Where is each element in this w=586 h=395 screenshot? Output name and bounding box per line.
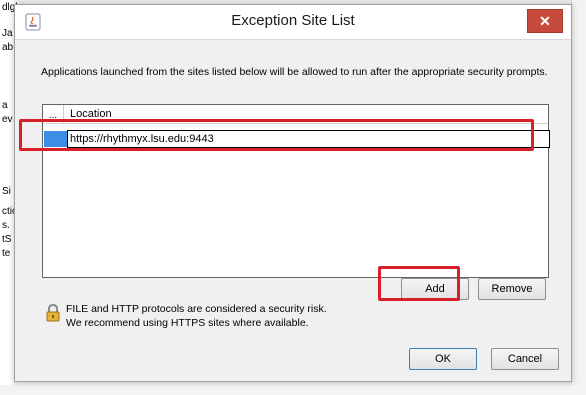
warning-line-2: We recommend using HTTPS sites where ava… <box>66 317 309 329</box>
background-text: s. <box>2 220 10 231</box>
highlight-box-location-row <box>19 119 534 151</box>
background-text: a <box>2 100 8 111</box>
warning-line-1: FILE and HTTP protocols are considered a… <box>66 303 327 315</box>
cancel-button[interactable]: Cancel <box>491 348 559 370</box>
background-text: te <box>2 248 11 259</box>
dialog-title: Exception Site List <box>231 12 355 29</box>
background-window-fragment: dlgh Ja ab a ev Si ctio s. tS te <box>0 0 21 395</box>
background-text: ab <box>2 42 14 53</box>
title-bar[interactable]: Exception Site List ✕ <box>15 5 571 40</box>
background-text: ev <box>2 114 13 125</box>
security-warning: FILE and HTTP protocols are considered a… <box>66 302 386 330</box>
lock-icon <box>45 303 61 322</box>
background-text: Si <box>2 186 11 197</box>
remove-button[interactable]: Remove <box>478 278 546 300</box>
highlight-box-add-button <box>378 266 460 301</box>
background-text: Ja <box>2 28 13 39</box>
close-icon[interactable]: ✕ <box>527 9 563 33</box>
background-window-fragment-right <box>571 0 586 395</box>
dialog-description: Applications launched from the sites lis… <box>41 66 548 78</box>
background-text: tS <box>2 234 12 245</box>
background-window-fragment-bottom <box>0 385 586 395</box>
ok-button[interactable]: OK <box>409 348 477 370</box>
exception-site-list-dialog: Exception Site List ✕ Applications launc… <box>14 4 572 382</box>
